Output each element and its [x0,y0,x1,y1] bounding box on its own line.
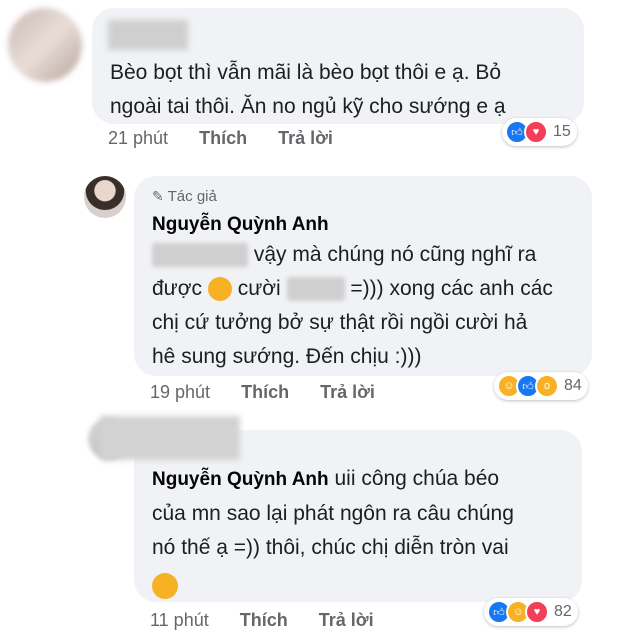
like-button[interactable]: Thích [240,610,288,630]
comment-meta: 21 phút Thích Trả lời [108,128,359,149]
mention-author[interactable]: Nguyễn Quỳnh Anh [152,469,329,490]
mention-blurred [152,243,248,268]
comment-text-line: vậy mà chúng nó cũng nghĩ ra [152,238,582,272]
comment-text-line: chị cứ tưởng bở sự thật rồi ngồi cười hả [152,311,528,334]
comment-text: Nguyễn Quỳnh Anh uii công chúa béo của m… [152,462,572,603]
comment-text-fragment: vậy mà chúng nó cũng nghĩ ra [253,243,537,266]
timestamp[interactable]: 11 phút [150,610,209,630]
reaction-count: 15 [553,123,571,140]
reply-button[interactable]: Trả lời [320,382,375,402]
comment-text-line: hê sung sướng. Đến chịu :))) [152,345,422,368]
mention-blurred [286,277,345,302]
comment-author[interactable]: Nguyễn Quỳnh Anh [152,214,329,236]
commenter-avatar-blurred[interactable] [8,8,82,82]
wow-icon: o [535,374,559,398]
reply-button[interactable]: Trả lời [278,128,333,148]
comment-text-line: được cười =))) xong các anh các [152,272,582,306]
comment-text-line: nó thế ạ =)) thôi, chúc chị diễn tròn va… [152,536,509,559]
reaction-summary[interactable]: 👍︎ ☺ ♥ 82 [484,598,578,626]
commenter-name-blurred [100,416,240,460]
reaction-count: 82 [554,603,572,620]
reaction-summary[interactable]: 👍︎ ♥ 15 [502,118,577,146]
comment-text-line: ngoài tai thôi. Ăn no ngủ kỹ cho sướng e… [110,95,506,118]
reply-button[interactable]: Trả lời [319,610,374,630]
timestamp[interactable]: 19 phút [150,382,210,402]
comment-text-fragment: uii công chúa béo [334,467,500,490]
like-button[interactable]: Thích [241,382,289,402]
smile-emoji-icon [152,573,178,600]
reaction-summary[interactable]: ☺ 👍︎ o 84 [494,372,588,400]
comment-text-fragment: được [152,277,203,300]
author-badge-label: Tác giả [167,188,217,205]
comment-meta: 11 phút Thích Trả lời [150,610,400,631]
comment-text-line: của mn sao lại phát ngôn ra câu chúng [152,502,514,525]
love-icon: ♥ [525,600,549,624]
pencil-icon: ✎ [152,188,164,204]
comment-text-fragment: =))) xong các anh các [350,277,553,300]
reaction-count: 84 [564,377,582,394]
like-button[interactable]: Thích [199,128,247,148]
comment-text: Bèo bọt thì vẫn mãi là bèo bọt thôi e ạ.… [110,56,506,124]
comment-text-line: Nguyễn Quỳnh Anh uii công chúa béo [152,462,572,497]
timestamp[interactable]: 21 phút [108,128,168,148]
author-avatar[interactable] [84,176,126,218]
love-icon: ♥ [524,120,548,144]
comment-text-line: Bèo bọt thì vẫn mãi là bèo bọt thôi e ạ.… [110,61,502,84]
comment-text: vậy mà chúng nó cũng nghĩ ra được cười =… [152,238,582,374]
comment-text-fragment: cười [237,277,281,300]
author-badge: ✎ Tác giả [152,188,217,205]
comment-meta: 19 phút Thích Trả lời [150,382,401,403]
rofl-emoji-icon [204,274,236,305]
